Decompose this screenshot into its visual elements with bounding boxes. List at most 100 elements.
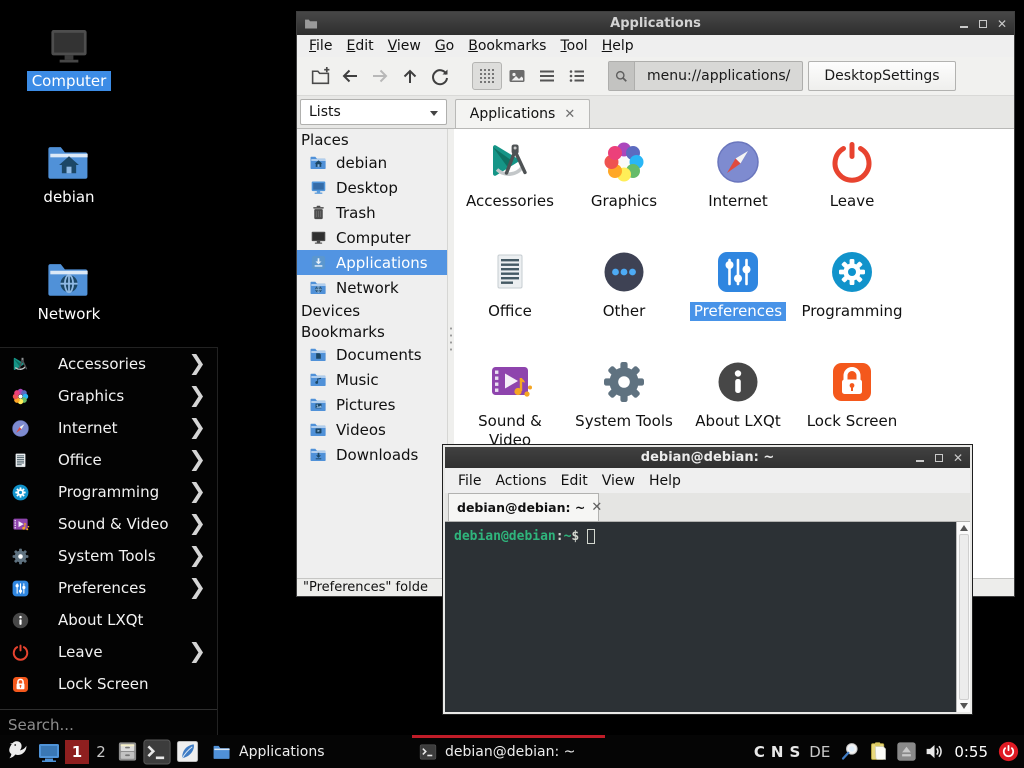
desktop-icon-computer[interactable]: Computer <box>9 24 129 91</box>
fm-minimize-button[interactable] <box>959 19 969 29</box>
terminal-maximize-button[interactable] <box>934 453 944 463</box>
removable-media-tray-icon[interactable] <box>895 741 917 763</box>
sidebar-item-debian[interactable]: debian <box>297 150 447 175</box>
task-terminal[interactable]: debian@debian: ~ <box>412 735 605 768</box>
sidebar-item-music[interactable]: Music <box>297 367 447 392</box>
fm-menu-help[interactable]: Help <box>595 38 641 54</box>
scrolllock-indicator: S <box>789 743 800 761</box>
fm-tab-close-icon[interactable]: ✕ <box>564 107 575 122</box>
new-tab-button[interactable] <box>305 62 335 90</box>
terminal-menu-actions[interactable]: Actions <box>488 473 553 489</box>
terminal-minimize-button[interactable] <box>915 453 925 463</box>
clock[interactable]: 0:55 <box>954 743 988 761</box>
app-category-office[interactable]: Office <box>454 242 567 352</box>
sidebar-item-documents[interactable]: Documents <box>297 342 447 367</box>
terminal-menu-edit[interactable]: Edit <box>554 473 595 489</box>
keyboard-layout-indicator[interactable]: DE <box>809 743 830 761</box>
thumbnail-view-button[interactable] <box>502 62 532 90</box>
app-category-label: Accessories <box>466 192 554 211</box>
terminal-menu-view[interactable]: View <box>595 473 642 489</box>
start-menu-item-accessories[interactable]: Accessories ❯ <box>0 348 217 380</box>
detailed-view-button[interactable] <box>562 62 592 90</box>
start-menu-item-leave[interactable]: Leave ❯ <box>0 636 217 668</box>
app-category-accessories[interactable]: Accessories <box>454 132 567 242</box>
fm-menu-bookmarks[interactable]: Bookmarks <box>461 38 553 54</box>
power-tray-icon[interactable] <box>997 741 1019 763</box>
fm-menu-tool[interactable]: Tool <box>553 38 594 54</box>
app-category-label: Other <box>603 302 646 321</box>
back-button[interactable] <box>335 62 365 90</box>
scrollbar-thumb[interactable] <box>959 534 969 700</box>
start-menu-button[interactable] <box>0 735 34 768</box>
terminal-titlebar[interactable]: debian@debian: ~ ✕ <box>445 447 970 468</box>
workspace-1-button[interactable]: 1 <box>65 740 89 764</box>
compact-view-button[interactable] <box>532 62 562 90</box>
start-menu-item-about-lxqt[interactable]: About LXQt <box>0 604 217 636</box>
fm-tab-applications[interactable]: Applications ✕ <box>455 99 590 128</box>
start-menu-item-office[interactable]: Office ❯ <box>0 444 217 476</box>
app-category-leave[interactable]: Leave <box>795 132 909 242</box>
workspace-2-button[interactable]: 2 <box>90 740 112 764</box>
start-menu-item-graphics[interactable]: Graphics ❯ <box>0 380 217 412</box>
terminal-launcher[interactable] <box>142 735 172 768</box>
fm-menu-edit[interactable]: Edit <box>339 38 380 54</box>
scrollbar-down-icon[interactable] <box>960 703 968 709</box>
app-category-internet[interactable]: Internet <box>681 132 795 242</box>
desktop-icon-network[interactable]: Network <box>9 257 129 324</box>
show-desktop-button[interactable] <box>34 735 64 768</box>
screenshot-tray-icon[interactable] <box>839 741 861 763</box>
terminal-menu-file[interactable]: File <box>451 473 488 489</box>
scrollbar-up-icon[interactable] <box>960 525 968 531</box>
start-menu-item-internet[interactable]: Internet ❯ <box>0 412 217 444</box>
sidebar-item-label: Videos <box>336 421 386 439</box>
forward-button[interactable] <box>365 62 395 90</box>
terminal-body[interactable]: debian@debian:~$ <box>445 522 970 712</box>
path-search-icon[interactable] <box>609 62 635 90</box>
app-category-other[interactable]: Other <box>567 242 681 352</box>
cat-leave-icon <box>10 643 30 662</box>
start-menu-item-preferences[interactable]: Preferences ❯ <box>0 572 217 604</box>
desktop-icon-debian[interactable]: debian <box>9 140 129 207</box>
terminal-tab[interactable]: debian@debian: ~ ✕ <box>448 493 599 521</box>
icon-view-button[interactable] <box>472 62 502 90</box>
terminal-scrollbar[interactable] <box>956 522 970 712</box>
lists-combo[interactable]: Lists <box>300 99 447 125</box>
app-category-label: Internet <box>708 192 768 211</box>
sidebar-item-videos[interactable]: Videos <box>297 417 447 442</box>
fm-maximize-button[interactable] <box>978 19 988 29</box>
fm-close-button[interactable]: ✕ <box>997 19 1007 29</box>
cat-preferences-icon <box>10 579 30 598</box>
start-menu-item-lock-screen[interactable]: Lock Screen <box>0 668 217 700</box>
path-segment[interactable]: menu://applications/ <box>608 61 803 91</box>
start-menu-item-system-tools[interactable]: System Tools ❯ <box>0 540 217 572</box>
app-category-preferences[interactable]: Preferences <box>681 242 795 352</box>
desktop-settings-button[interactable]: DesktopSettings <box>808 61 955 91</box>
clipboard-tray-icon[interactable] <box>867 741 889 763</box>
sidebar-item-trash[interactable]: Trash <box>297 200 447 225</box>
terminal-menu-help[interactable]: Help <box>642 473 688 489</box>
sidebar-item-desktop[interactable]: Desktop <box>297 175 447 200</box>
start-menu-item-programming[interactable]: Programming ❯ <box>0 476 217 508</box>
volume-tray-icon[interactable] <box>923 741 945 763</box>
fm-menu-go[interactable]: Go <box>428 38 461 54</box>
fm-menu-file[interactable]: File <box>302 38 339 54</box>
task-applications[interactable]: Applications <box>206 735 399 768</box>
app-category-programming[interactable]: Programming <box>795 242 909 352</box>
terminal-tab-close-icon[interactable]: ✕ <box>591 500 602 515</box>
featherpad-launcher[interactable] <box>172 735 202 768</box>
up-button[interactable] <box>395 62 425 90</box>
sidebar-item-network[interactable]: Network <box>297 275 447 300</box>
refresh-button[interactable] <box>425 62 455 90</box>
sidebar-item-pictures[interactable]: Pictures <box>297 392 447 417</box>
sidebar-item-downloads[interactable]: Downloads <box>297 442 447 467</box>
applications-mini-icon <box>310 254 327 271</box>
sidebar-header-devices: Devices <box>297 300 447 321</box>
sidebar-item-applications[interactable]: Applications <box>297 250 447 275</box>
file-manager-launcher[interactable] <box>112 735 142 768</box>
sidebar-item-computer[interactable]: Computer <box>297 225 447 250</box>
fm-menu-view[interactable]: View <box>381 38 428 54</box>
fm-titlebar[interactable]: Applications ✕ <box>297 12 1014 35</box>
start-menu-item-sound-video[interactable]: Sound & Video ❯ <box>0 508 217 540</box>
terminal-close-button[interactable]: ✕ <box>953 453 963 463</box>
app-category-graphics[interactable]: Graphics <box>567 132 681 242</box>
